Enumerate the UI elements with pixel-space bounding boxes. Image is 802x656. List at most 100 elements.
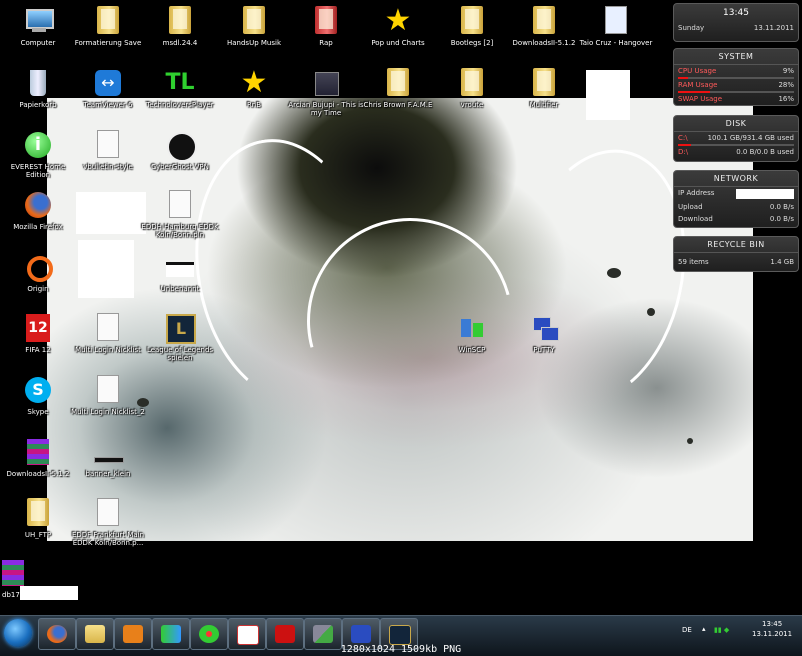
desktop-icon-multi-login-nicklist-2[interactable]: Multi Login Nicklist_2 [68, 375, 148, 416]
desktop-icon-eddf-frankfurt[interactable]: EDDF Frankfurt Main EDDK Köln/Bonn.p... [68, 498, 148, 547]
star-icon: ★ [384, 3, 412, 38]
tray-clock-date[interactable]: 13.11.2011 [752, 630, 792, 638]
folder-icon [461, 6, 483, 34]
desktop-icon-label: DownloadsII-5.1.2 [512, 39, 576, 47]
tray-icons[interactable]: ▮▮ ◆ [714, 626, 729, 634]
teamviewer-icon: ↔ [93, 68, 123, 98]
desktop-icon-label: Taio Cruz - Hangover [579, 39, 653, 47]
desktop-icon-vbulletin-style[interactable]: vbulletin-style [68, 130, 148, 171]
redacted-area [76, 192, 146, 234]
recycle-size: 1.4 GB [770, 258, 794, 266]
file-icon [97, 375, 119, 403]
folder-icon [315, 6, 337, 34]
desktop-icon-everest[interactable]: i EVEREST Home Edition [0, 130, 78, 179]
icq-flower-icon [199, 625, 219, 643]
desktop-icon-pop-und-charts[interactable]: ★ Pop und Charts [358, 3, 438, 48]
desktop-icon-downloads-folder[interactable]: DownloadsII-5.1.2 [504, 6, 584, 47]
desktop-icon-vroute[interactable]: vroute [432, 68, 512, 109]
language-indicator[interactable]: DE [682, 626, 692, 634]
filezilla-icon [275, 625, 295, 643]
desktop-icon-eddh-hamburg[interactable]: EDDH Hamburg EDDK Köln/Bonn.pln [140, 190, 220, 239]
folder-icon [243, 6, 265, 34]
desktop-icon-rnb[interactable]: ★ RnB [214, 68, 294, 110]
winrar-icon [23, 437, 53, 467]
desktop-icon-technoloversplayer[interactable]: TL TechnoloversPlayer [140, 68, 220, 109]
desktop-icon-label: banner_klein [85, 470, 131, 478]
desktop-icon-uh-ftp[interactable]: UH_FTP [0, 498, 78, 539]
origin-icon [23, 252, 53, 282]
desktop-icon-origin[interactable]: Origin [0, 252, 78, 293]
folder-icon [85, 625, 105, 643]
desktop-icon-bootlegs[interactable]: Bootlegs [2] [432, 6, 512, 47]
image-file-icon [165, 252, 195, 282]
system-title: SYSTEM [674, 49, 798, 65]
recycle-items: 59 items [678, 258, 709, 266]
desktop-icon-label: Papierkorb [19, 101, 57, 109]
clock-date: 13.11.2011 [753, 24, 794, 32]
putty-icon [529, 313, 559, 343]
desktop-icon-multi-login-nicklist[interactable]: Multi Login Nicklist [68, 313, 148, 354]
desktop-icon-multifier[interactable]: Multifier [504, 68, 584, 109]
desktop-icon-arcian-bujupi[interactable]: Arcian Bujupi - This is my Time [286, 68, 366, 117]
disk-d-label: D:\ [678, 148, 689, 156]
system-gadget: SYSTEM CPU Usage 9% RAM Usage 28% SWAP Usa… [673, 48, 799, 106]
tray-arrow-icon[interactable]: ▴ [702, 625, 706, 633]
desktop-icon-formatierung-save[interactable]: Formatierung Save [68, 6, 148, 47]
desktop-icon-skype[interactable]: S Skype [0, 375, 78, 416]
desktop-icon-chris-brown[interactable]: Chris Brown F.A.M.E [358, 68, 438, 109]
recycle-bin-gadget[interactable]: RECYCLE BIN 59 items 1.4 GB [673, 236, 799, 272]
desktop-icon-label: Chris Brown F.A.M.E [363, 101, 433, 109]
desktop-icon-firefox[interactable]: Mozilla Firefox [0, 190, 78, 231]
folder-icon [461, 68, 483, 96]
desktop-icon-downloads-archive[interactable]: DownloadsII-5.1.2 [0, 437, 78, 478]
file-icon [97, 130, 119, 158]
wallpaper-splatter [687, 438, 693, 444]
ram-value: 28% [778, 81, 794, 89]
disk-c-bar [678, 144, 691, 146]
file-icon [97, 498, 119, 526]
media-player-icon [123, 625, 143, 643]
cpu-bar [678, 77, 689, 79]
redacted-area [586, 70, 630, 120]
desktop-icon-msdl[interactable]: msdl.24.4 [140, 6, 220, 47]
disk-title: DISK [674, 116, 798, 132]
putty-icon [351, 625, 371, 643]
redacted-area [20, 586, 78, 600]
desktop-icon-teamviewer[interactable]: ↔ TeamViewer 6 [68, 68, 148, 109]
disk-c-label: C:\ [678, 134, 688, 142]
desktop-icon-label: League of Legends spielen [146, 346, 214, 362]
start-button[interactable] [4, 619, 32, 647]
ip-value-redacted [736, 189, 794, 199]
ip-label: IP Address [678, 189, 715, 197]
desktop-icon-unbenannt[interactable]: Unbenannt [140, 252, 220, 293]
desktop-icon-label: Multi Login Nicklist [75, 346, 141, 354]
desktop-icon-computer[interactable]: Computer [0, 6, 78, 47]
desktop-icon-putty[interactable]: PuTTY [504, 313, 584, 354]
network-title: NETWORK [674, 171, 798, 187]
desktop-icon-rap[interactable]: Rap [286, 6, 366, 47]
video-file-icon [311, 68, 341, 98]
desktop-icon-label: Multifier [529, 101, 559, 109]
desktop-icon-papierkorb[interactable]: Papierkorb [0, 68, 78, 109]
desktop-icon-label: DownloadsII-5.1.2 [6, 470, 70, 478]
folder-icon [387, 68, 409, 96]
skype-icon: S [23, 375, 53, 405]
desktop-icon-winscp[interactable]: WinSCP [432, 313, 512, 354]
desktop-icon-fifa12[interactable]: 12 FIFA 12 [0, 313, 78, 354]
wallpaper-splatter [647, 308, 655, 316]
desktop-icon-taio-cruz[interactable]: Taio Cruz - Hangover [576, 6, 656, 47]
clock-day: Sunday [678, 24, 705, 32]
desktop-icon-league-of-legends[interactable]: L League of Legends spielen [140, 313, 220, 362]
lol-icon: L [165, 313, 196, 344]
desktop-icon-label: WinSCP [458, 346, 486, 354]
tray-clock-time[interactable]: 13:45 [762, 620, 782, 628]
desktop-icon-handsup-musik[interactable]: HandsUp Musik [214, 6, 294, 47]
redacted-area [78, 240, 134, 298]
info-icon: i [23, 130, 53, 160]
winscp-icon [457, 313, 487, 343]
recycle-bin-icon [23, 68, 53, 98]
desktop-icon-cyberghost[interactable]: CyberGhost VPN [140, 130, 220, 171]
cpu-value: 9% [782, 67, 794, 75]
desktop-icon-banner-klein[interactable]: banner_klein [68, 437, 148, 478]
desktop-icon-label: RnB [246, 101, 262, 109]
